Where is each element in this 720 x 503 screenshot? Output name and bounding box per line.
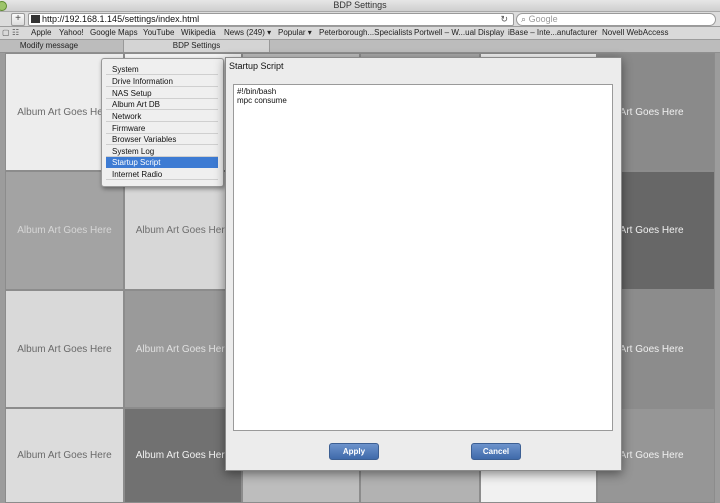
menu-item-browser-variables[interactable]: Browser Variables <box>106 134 218 145</box>
menu-item-nas-setup[interactable]: NAS Setup <box>106 88 218 99</box>
address-bar[interactable]: http://192.168.1.145/settings/index.html… <box>28 13 514 26</box>
window-title: BDP Settings <box>333 0 387 10</box>
reading-list-icon[interactable]: ▢ <box>2 27 10 39</box>
menu-item-internet-radio[interactable]: Internet Radio <box>106 169 218 180</box>
tab-bdp-settings[interactable]: BDP Settings <box>123 40 270 52</box>
search-placeholder: Google <box>528 14 558 24</box>
bookmark-item[interactable]: YouTube <box>143 27 174 39</box>
url-text: http://192.168.1.145/settings/index.html <box>42 14 200 24</box>
tab-modify-message[interactable]: Modify message <box>0 40 98 52</box>
menu-item-firmware[interactable]: Firmware <box>106 123 218 134</box>
menu-item-drive-information[interactable]: Drive Information <box>106 76 218 87</box>
search-icon: ⌕ <box>521 14 527 24</box>
bookmarks-bar: ▢ ☷ Apple Yahoo! Google Maps YouTube Wik… <box>0 27 720 39</box>
startup-script-dialog: Startup Script Apply Cancel <box>225 57 622 471</box>
top-sites-icon[interactable]: ☷ <box>12 27 19 39</box>
menu-item-album-art-db[interactable]: Album Art DB <box>106 99 218 110</box>
apply-button[interactable]: Apply <box>329 443 379 460</box>
bookmark-item[interactable]: iBase – Inte...anufacturer <box>508 27 597 39</box>
bookmark-item[interactable]: Google Maps <box>90 27 138 39</box>
menu-item-network[interactable]: Network <box>106 111 218 122</box>
album-art-tile[interactable]: Album Art Goes Here <box>5 171 124 290</box>
bookmark-item[interactable]: Yahoo! <box>59 27 84 39</box>
settings-menu: System Drive Information NAS Setup Album… <box>101 58 224 187</box>
favicon-icon <box>31 15 40 23</box>
search-field[interactable]: ⌕ Google <box>516 13 716 26</box>
browser-toolbar: + http://192.168.1.145/settings/index.ht… <box>0 12 720 26</box>
cancel-button[interactable]: Cancel <box>471 443 521 460</box>
dialog-title: Startup Script <box>229 61 284 71</box>
script-editor[interactable] <box>233 84 613 431</box>
bookmark-item[interactable]: Portwell – W...ual Display <box>414 27 504 39</box>
album-art-tile[interactable]: Album Art Goes Here <box>5 290 124 408</box>
bookmark-item[interactable]: Peterborough...Specialists <box>319 27 412 39</box>
menu-item-system-log[interactable]: System Log <box>106 146 218 157</box>
tab-bar: Modify message BDP Settings <box>0 40 720 53</box>
album-art-tile[interactable]: Album Art Goes Here <box>5 408 124 503</box>
bookmark-item[interactable]: Wikipedia <box>181 27 216 39</box>
bookmark-item[interactable]: News (249) ▾ <box>224 27 271 39</box>
bookmark-item[interactable]: Novell WebAccess <box>602 27 669 39</box>
bookmark-item[interactable]: Popular ▾ <box>278 27 312 39</box>
menu-item-startup-script[interactable]: Startup Script <box>106 157 218 168</box>
menu-item-system[interactable]: System <box>106 64 218 75</box>
reload-icon[interactable]: ↻ <box>500 14 508 25</box>
window-control-button[interactable] <box>0 1 7 11</box>
bookmark-item[interactable]: Apple <box>31 27 51 39</box>
add-bookmark-button[interactable]: + <box>11 13 25 26</box>
window-titlebar: BDP Settings <box>0 0 720 12</box>
